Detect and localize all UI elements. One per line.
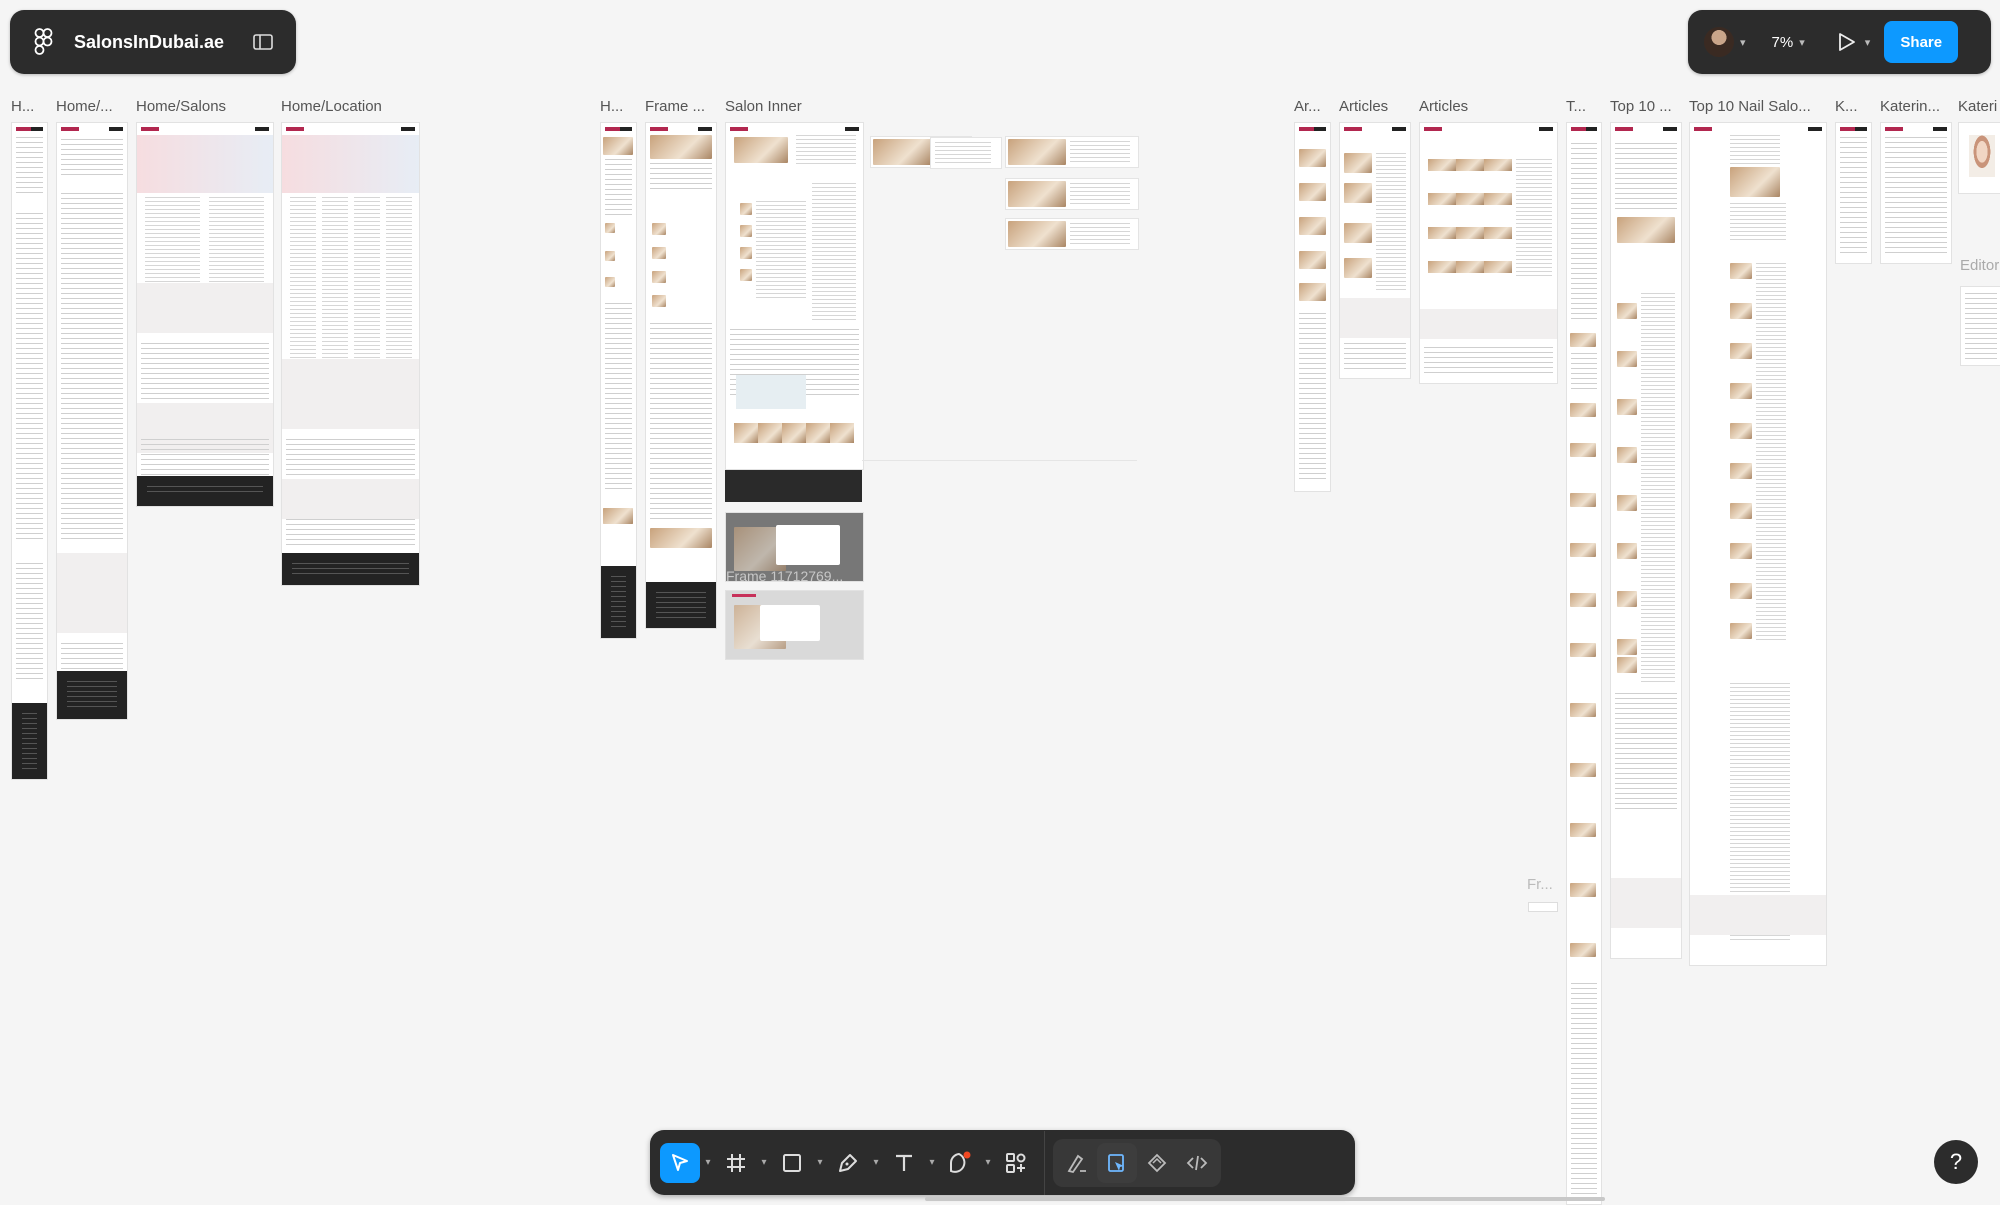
frame-top10-nail-salons[interactable] bbox=[1689, 122, 1827, 966]
frame-articles-mobile[interactable] bbox=[1294, 122, 1331, 492]
frame-label[interactable]: Fr... bbox=[1527, 876, 1559, 893]
frame-label[interactable]: Articles bbox=[1419, 98, 1489, 115]
frame-label[interactable]: Katerin... bbox=[1880, 98, 1950, 115]
frame-label[interactable]: K... bbox=[1835, 98, 1861, 115]
horizontal-scrollbar[interactable] bbox=[925, 1197, 1605, 1201]
comment-tool-icon[interactable] bbox=[940, 1143, 980, 1183]
map-thumbnail bbox=[736, 375, 806, 409]
chevron-down-icon[interactable]: ▾ bbox=[812, 1157, 828, 1168]
frame-top10-tablet[interactable] bbox=[1610, 122, 1682, 959]
chevron-down-icon[interactable]: ▾ bbox=[980, 1157, 996, 1168]
frame-label[interactable]: Ar... bbox=[1294, 98, 1328, 115]
bottom-toolbar: ▾ ▾ ▾ ▾ ▾ ▾ bbox=[650, 1130, 1355, 1195]
mode-switcher bbox=[1053, 1138, 1221, 1187]
toolbar-divider bbox=[1044, 1130, 1045, 1195]
frame-editorial-policy[interactable] bbox=[1960, 286, 2000, 366]
actions-tool-icon[interactable] bbox=[996, 1143, 1036, 1183]
frame-label[interactable]: Top 10 ... bbox=[1610, 98, 1685, 115]
frame-tool-icon[interactable] bbox=[716, 1143, 756, 1183]
chevron-down-icon[interactable]: ▾ bbox=[1865, 36, 1871, 49]
play-icon[interactable] bbox=[1835, 30, 1859, 54]
frame-label[interactable]: Editor bbox=[1960, 257, 2000, 274]
pen-tool-icon[interactable] bbox=[828, 1143, 868, 1183]
frame-salon-inner[interactable] bbox=[725, 122, 864, 470]
author-portrait bbox=[1969, 135, 1995, 177]
ghost-frame-label: Frame 11712769... bbox=[726, 568, 844, 584]
footer-block bbox=[725, 470, 862, 502]
frame-label[interactable]: Home/Salons bbox=[136, 98, 276, 115]
frame-home-2[interactable] bbox=[56, 122, 128, 720]
avatar[interactable] bbox=[1704, 27, 1734, 57]
frame-home-salons[interactable] bbox=[136, 122, 274, 507]
frame-katerina-tablet[interactable] bbox=[1880, 122, 1952, 264]
frame-katerina-desktop[interactable] bbox=[1958, 122, 2000, 194]
salon-card[interactable] bbox=[930, 137, 1002, 169]
frame-small[interactable] bbox=[1528, 902, 1558, 912]
prototype-mode-icon[interactable] bbox=[1137, 1143, 1177, 1183]
help-button[interactable]: ? bbox=[1934, 1140, 1978, 1184]
frame-label[interactable]: Home/... bbox=[56, 98, 128, 115]
share-button[interactable]: Share bbox=[1884, 21, 1959, 63]
frame-home-location[interactable] bbox=[281, 122, 420, 586]
frame-home-mobile[interactable] bbox=[11, 122, 48, 780]
file-panel: SalonsInDubai.ae bbox=[10, 10, 296, 74]
file-name[interactable]: SalonsInDubai.ae bbox=[74, 32, 248, 53]
zoom-level[interactable]: 7% bbox=[1772, 34, 1794, 51]
frame-label[interactable]: H... bbox=[600, 98, 630, 115]
frame-label[interactable]: T... bbox=[1566, 98, 1596, 115]
frame-salon-tablet[interactable] bbox=[645, 122, 717, 629]
sidebar-toggle-icon[interactable] bbox=[248, 27, 278, 57]
frame-label[interactable]: Kateri bbox=[1958, 98, 2000, 115]
chevron-down-icon[interactable]: ▾ bbox=[1740, 36, 1746, 49]
divider bbox=[862, 460, 1137, 467]
frame-label[interactable]: Articles bbox=[1339, 98, 1409, 115]
frame-articles-desktop[interactable] bbox=[1419, 122, 1558, 384]
frame-confirm-modal[interactable] bbox=[725, 590, 864, 660]
salon-card[interactable] bbox=[1005, 178, 1139, 210]
design-mode-icon[interactable] bbox=[1097, 1142, 1137, 1183]
header-right-panel: ▾ 7% ▾ ▾ Share bbox=[1688, 10, 1991, 74]
chevron-down-icon[interactable]: ▾ bbox=[924, 1157, 940, 1168]
frame-salon-mobile[interactable] bbox=[600, 122, 637, 639]
frame-label[interactable]: Home/Location bbox=[281, 98, 421, 115]
salon-card[interactable] bbox=[1005, 218, 1139, 250]
salon-card[interactable] bbox=[1005, 136, 1139, 168]
frame-label[interactable]: Top 10 Nail Salo... bbox=[1689, 98, 1819, 115]
move-tool-icon[interactable] bbox=[660, 1142, 700, 1183]
frame-top10-mobile[interactable] bbox=[1566, 122, 1602, 1205]
dev-mode-icon[interactable] bbox=[1177, 1143, 1217, 1183]
frame-katerina-mobile[interactable] bbox=[1835, 122, 1872, 264]
frame-articles-tablet[interactable] bbox=[1339, 122, 1411, 379]
frame-label[interactable]: Frame ... bbox=[645, 98, 711, 115]
text-tool-icon[interactable] bbox=[884, 1143, 924, 1183]
rectangle-tool-icon[interactable] bbox=[772, 1143, 812, 1183]
chevron-down-icon[interactable]: ▾ bbox=[868, 1157, 884, 1168]
draw-mode-icon[interactable] bbox=[1057, 1143, 1097, 1183]
chevron-down-icon[interactable]: ▾ bbox=[1799, 36, 1805, 49]
frame-label[interactable]: H... bbox=[11, 98, 43, 115]
chevron-down-icon[interactable]: ▾ bbox=[756, 1157, 772, 1168]
frame-label[interactable]: Salon Inner bbox=[725, 98, 855, 115]
figma-logo-icon[interactable] bbox=[28, 26, 60, 58]
chevron-down-icon[interactable]: ▾ bbox=[700, 1157, 716, 1168]
